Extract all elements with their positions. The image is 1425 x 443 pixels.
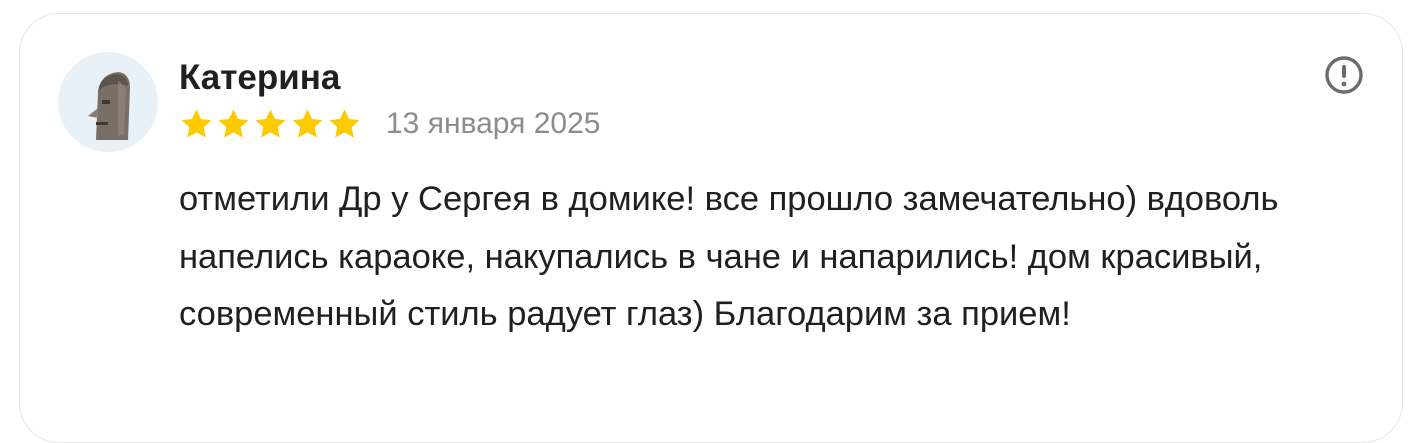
star-icon: [218, 108, 249, 138]
review-meta: 13 января 2025: [179, 104, 600, 144]
star-icon: [329, 108, 360, 138]
report-button[interactable]: [1323, 54, 1365, 96]
review-date: 13 января 2025: [386, 107, 601, 140]
star-icon: [255, 108, 286, 138]
review-text: отметили Др у Сергея в домике! все прошл…: [179, 180, 1279, 333]
rating-stars: [179, 107, 362, 142]
avatar[interactable]: [58, 52, 158, 152]
stone-head-icon: [88, 72, 130, 140]
star-icon: [181, 108, 212, 138]
star-icon: [292, 108, 323, 138]
author-name[interactable]: Катерина: [179, 56, 340, 100]
exclamation-circle-icon: [1325, 56, 1363, 94]
